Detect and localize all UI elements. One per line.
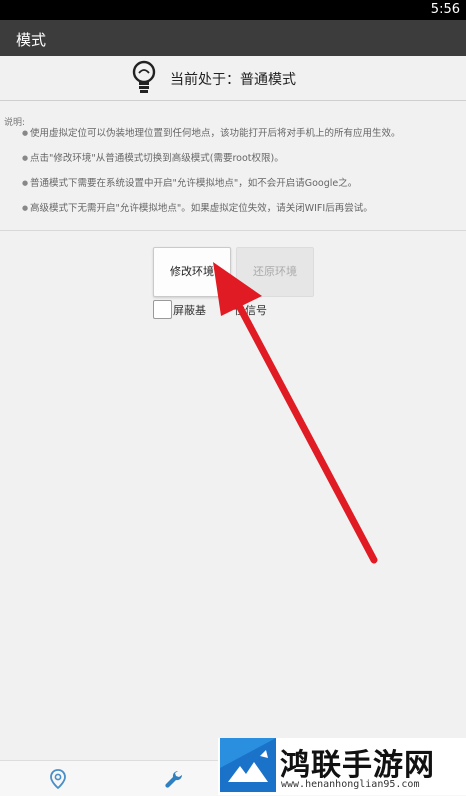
- red-arrow-annotation: [213, 262, 378, 564]
- status-time: 5:56: [430, 2, 460, 17]
- restore-environment-button[interactable]: 还原环境: [236, 247, 314, 297]
- status-bar: 5:56: [0, 0, 466, 20]
- wrench-icon[interactable]: [163, 768, 185, 790]
- action-bar: 模式: [0, 20, 466, 56]
- description-item: 普通模式下需要在系统设置中开启"允许模拟地点"，如不会开启请Google之。: [22, 177, 462, 202]
- description-item: 高级模式下无需开启"允许模拟地点"。如果虚拟定位失效，请关闭WIFI后再尝试。: [22, 202, 462, 227]
- lightbulb-icon: [132, 60, 156, 93]
- current-mode-text: 当前处于：普通模式: [170, 72, 296, 88]
- description-item: 点击"修改环境"从普通模式切换到高级模式(需要root权限)。: [22, 152, 462, 177]
- site-watermark: 鸿联手游网 www.henanhonglian95.com: [218, 738, 466, 795]
- page-title: 模式: [16, 31, 47, 49]
- watermark-title: 鸿联手游网: [280, 748, 435, 783]
- watermark-url: www.henanhonglian95.com: [281, 779, 420, 790]
- divider: [0, 230, 466, 231]
- watermark-logo: [220, 738, 276, 792]
- block-signal-checkbox[interactable]: [153, 300, 172, 319]
- block-signal-label: 屏蔽基 位信号: [173, 304, 267, 317]
- description-list: 使用虚拟定位可以伪装地理位置到任何地点，该功能打开后将对手机上的所有应用生效。 …: [22, 127, 462, 227]
- modify-environment-button[interactable]: 修改环境: [153, 247, 231, 297]
- mode-status-row: 当前处于：普通模式: [0, 56, 466, 101]
- location-pin-icon[interactable]: [47, 768, 69, 790]
- description-item: 使用虚拟定位可以伪装地理位置到任何地点，该功能打开后将对手机上的所有应用生效。: [22, 127, 462, 152]
